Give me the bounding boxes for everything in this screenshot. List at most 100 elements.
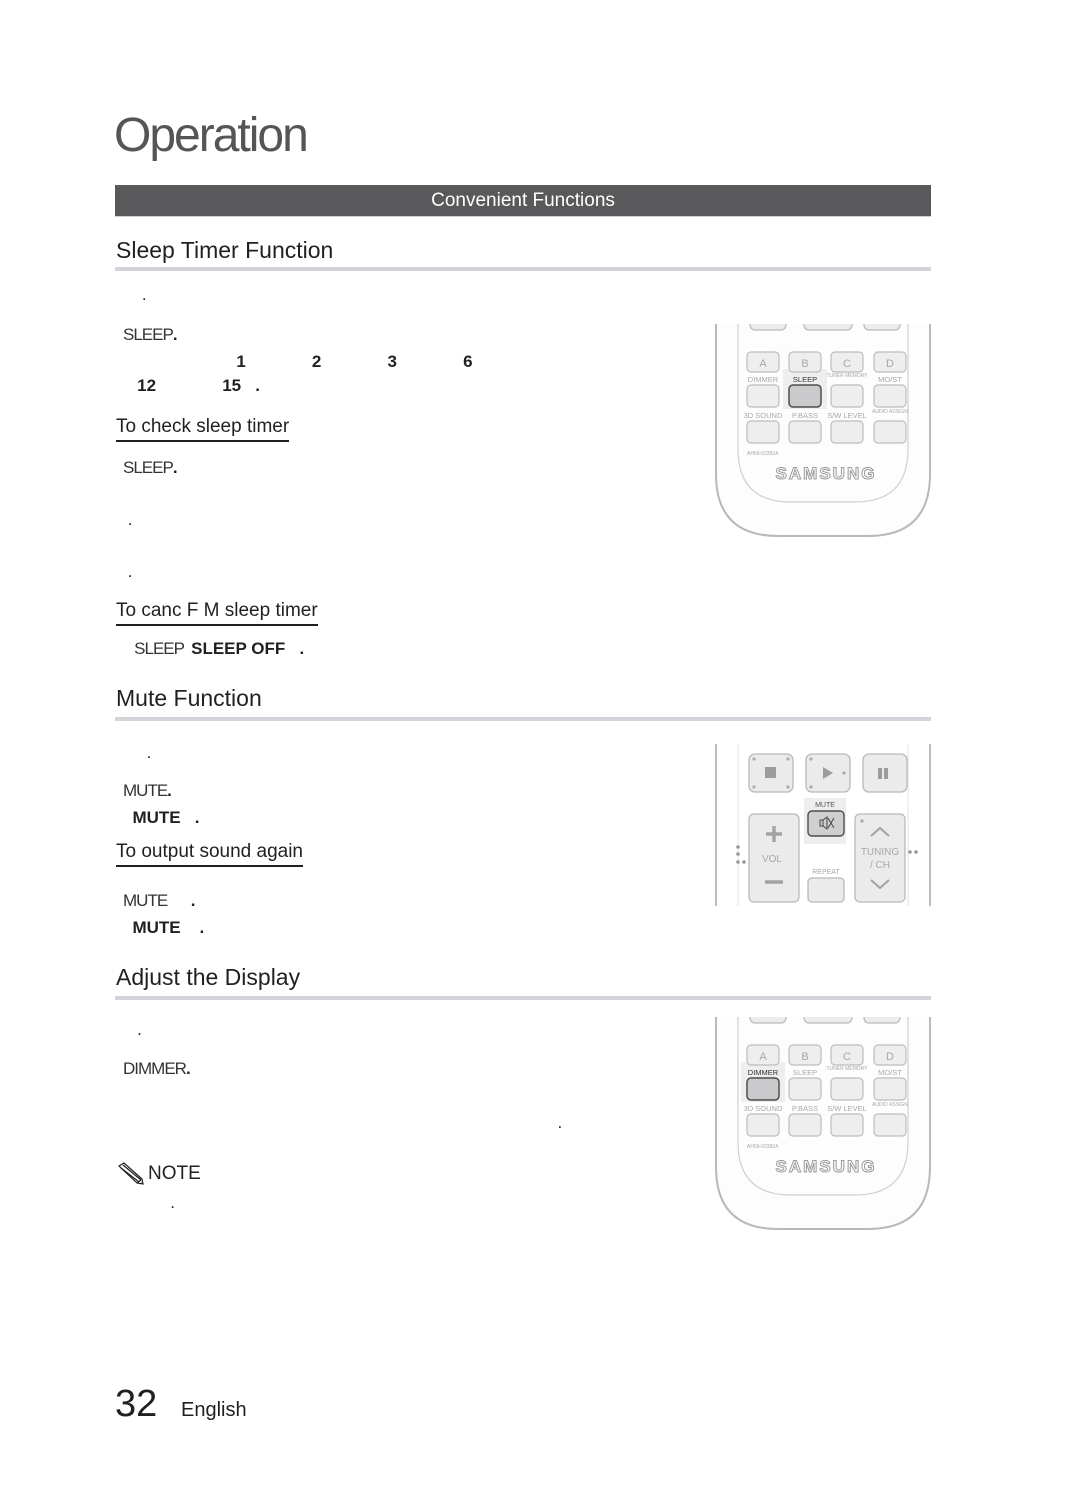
mute-line-2: MUTE. — [123, 781, 172, 801]
remote-function-button — [873, 1113, 907, 1137]
samsung-logo: SAMSUNG — [776, 464, 877, 483]
remote-mute-label: MUTE — [815, 802, 835, 809]
remote-letter-label: B — [801, 1051, 808, 1063]
chapter-title: Operation — [114, 109, 309, 162]
remote-row2-label: P.BASS — [792, 411, 818, 420]
remote-illustration-mute: MUTE VOL REPEAT TUNING / CH — [714, 744, 932, 906]
remote-function-button — [873, 384, 907, 408]
remote-function-button — [788, 1077, 822, 1101]
remote-row1-label: DIMMER — [748, 1068, 779, 1077]
text-run: MUTE — [123, 891, 168, 910]
remote-top-button — [749, 324, 787, 331]
samsung-logo: SAMSUNG — [776, 1157, 877, 1176]
remote-row1-label: SLEEP — [793, 375, 817, 384]
remote-function-button — [830, 420, 864, 444]
remote-svg-mute: MUTE VOL REPEAT TUNING / CH — [715, 744, 931, 906]
text-run: SLEEP — [123, 639, 192, 658]
display-rule — [115, 996, 931, 1000]
mute-line-3: MUTE . — [123, 808, 200, 828]
text-run: SLEEP — [123, 458, 174, 477]
remote-function-button — [830, 384, 864, 408]
remote-function-button — [830, 1077, 864, 1101]
remote-highlighted-button — [746, 1077, 780, 1101]
remote-row2-label: 3D SOUND — [744, 1104, 783, 1113]
text-run: . — [123, 285, 147, 304]
sleep-timer-rule — [115, 267, 931, 271]
remote-letter-label: A — [759, 1051, 767, 1063]
remote-row2-label: S/W LEVEL — [827, 1104, 867, 1113]
note-label-text: NOTE — [148, 1163, 201, 1184]
remote-row2-label: AUDIO ASSIGN — [872, 1102, 908, 1108]
sleep-line-1: . — [123, 285, 147, 305]
remote-function-button — [746, 420, 780, 444]
remote-ch-label: / CH — [870, 860, 890, 871]
remote-row1-label: MO/ST — [878, 1068, 902, 1077]
remote-function-button — [788, 1113, 822, 1137]
remote-svg-sleep: A B C D DIMMER SLEEP TUNER MEMORY MO/ST 3D SOUND… — [715, 324, 931, 537]
text-run: . — [123, 1020, 142, 1039]
sleep-line-4: 12 15 . — [123, 376, 260, 396]
display-line-3: . — [123, 1113, 563, 1133]
remote-letter-label: B — [801, 358, 808, 370]
check-line-3: . — [123, 562, 133, 582]
text-run: . — [123, 562, 133, 581]
remote-function-button — [830, 1113, 864, 1137]
remote-row2-label: 3D SOUND — [744, 411, 783, 420]
text-run: 12 15 . — [123, 376, 261, 395]
remote-top-button — [803, 324, 853, 331]
text-run: . — [123, 1193, 175, 1212]
mute-heading: Mute Function — [116, 685, 262, 711]
remote-letter-label: C — [843, 1051, 851, 1063]
text-run: . — [167, 891, 196, 910]
remote-row1-label: SLEEP — [793, 1068, 817, 1077]
text-run: . — [172, 458, 178, 477]
section-bar-label: Convenient Functions — [431, 189, 615, 211]
text-run: DIMMER — [123, 1059, 187, 1078]
display-line-2: DIMMER. — [123, 1059, 191, 1079]
page-number: 32 — [115, 1383, 158, 1425]
play-button — [805, 753, 851, 793]
remote-function-button — [746, 1113, 780, 1137]
output-line-2: MUTE . — [123, 918, 204, 938]
check-line-2: . — [123, 510, 133, 530]
text-run: . — [123, 510, 133, 529]
text-run: SLEEP OFF . — [191, 639, 305, 658]
mute-rule — [115, 717, 931, 721]
mute-line-1: . — [123, 743, 152, 763]
remote-function-button — [873, 1077, 907, 1101]
cancel-line: SLEEP SLEEP OFF . — [123, 639, 304, 659]
pause-button — [862, 753, 908, 793]
remote-illustration-sleep: A B C D DIMMER SLEEP TUNER MEMORY MO/ST 3D SOUND… — [714, 324, 932, 538]
stop-button — [748, 753, 794, 793]
remote-row2-label: S/W LEVEL — [827, 411, 867, 420]
remote-vol-label: VOL — [762, 854, 782, 865]
note-line-1: . — [123, 1193, 175, 1213]
stop-icon — [765, 767, 776, 778]
sleep-timer-heading: Sleep Timer Function — [116, 237, 334, 263]
text-run: SLEEP — [123, 325, 174, 344]
remote-top-button — [749, 1017, 787, 1024]
remote-function-button — [873, 420, 907, 444]
display-line-1: . — [123, 1020, 142, 1040]
text-run: . — [123, 1113, 563, 1132]
remote-function-button — [788, 420, 822, 444]
output-sound-subheading: To output sound again — [116, 841, 303, 867]
note-label: NOTE — [116, 1162, 201, 1186]
remote-letter-label: D — [886, 1051, 894, 1063]
output-line-1: MUTE . — [123, 891, 196, 911]
mute-button — [807, 810, 845, 837]
check-sleep-timer-subheading: To check sleep timer — [116, 416, 290, 442]
text-run: . — [185, 1059, 191, 1078]
remote-illustration-dimmer: A B C D DIMMER SLEEP TUNER MEMORY MO/ST 3D SOUND… — [714, 1017, 932, 1231]
text-run: MUTE . — [123, 808, 200, 827]
text-run: MUTE — [123, 781, 168, 800]
volume-rocker: VOL — [748, 813, 800, 903]
text-run: 1 2 3 6 — [123, 352, 473, 371]
remote-letter-label: C — [843, 358, 851, 370]
text-run: . — [172, 325, 178, 344]
sleep-line-3: 1 2 3 6 — [123, 352, 473, 372]
remote-tuning-label: TUNING — [861, 847, 900, 858]
sleep-line-2: SLEEP. — [123, 325, 178, 345]
tuning-rocker: TUNING / CH — [854, 813, 906, 903]
remote-model-code: AH59-02382A — [747, 1144, 779, 1150]
